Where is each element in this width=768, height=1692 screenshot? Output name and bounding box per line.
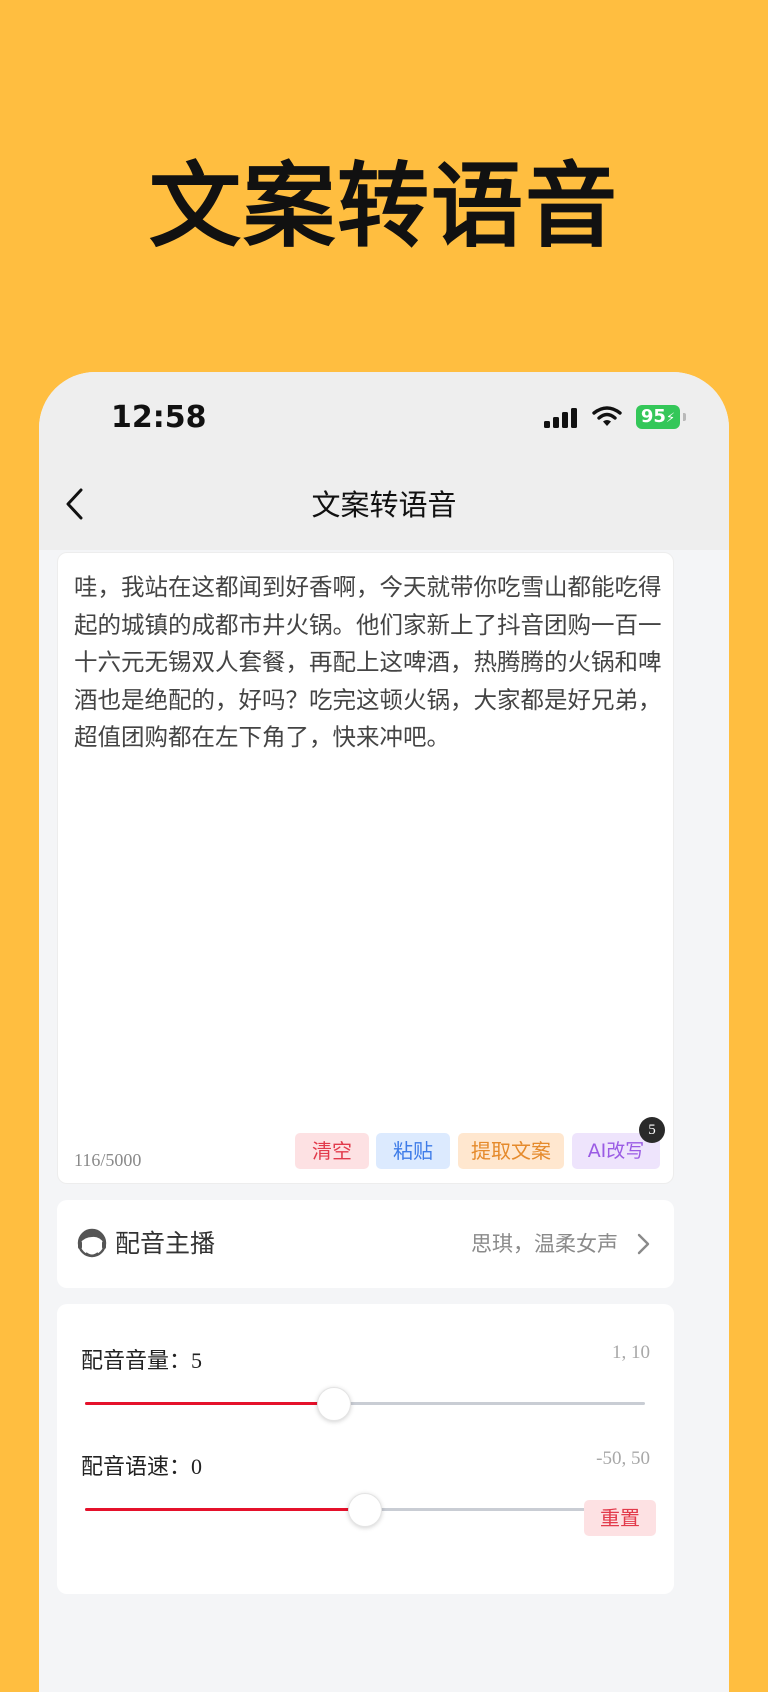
status-bar: 12:58 95⚡ <box>39 372 729 460</box>
speed-value: 0 <box>191 1454 203 1479</box>
status-time: 12:58 <box>111 400 207 435</box>
clear-button[interactable]: 清空 <box>295 1133 369 1169</box>
battery-icon: 95⚡ <box>636 405 680 429</box>
voice-settings-card: 配音音量：5 1, 10 配音语速：0 -50, 50 <box>57 1304 674 1594</box>
script-text[interactable]: 哇，我站在这都闻到好香啊，今天就带你吃雪山都能吃得起的城镇的成都市井火锅。他们家… <box>74 569 664 757</box>
volume-slider[interactable] <box>85 1384 645 1424</box>
wifi-icon <box>592 406 622 426</box>
paste-button[interactable]: 粘贴 <box>376 1133 450 1169</box>
speed-slider-fill <box>85 1508 365 1511</box>
character-count: 116/5000 <box>74 1150 142 1170</box>
speed-label-text: 配音语速： <box>81 1455 192 1480</box>
reset-button[interactable]: 重置 <box>584 1500 656 1536</box>
volume-label-text: 配音音量： <box>81 1349 192 1374</box>
speed-label: 配音语速：0 <box>81 1449 202 1481</box>
script-editor[interactable]: 哇，我站在这都闻到好香啊，今天就带你吃雪山都能吃得起的城镇的成都市井火锅。他们家… <box>57 552 674 1184</box>
voice-anchor-label: 配音主播 <box>115 1229 216 1258</box>
anchor-avatar-icon <box>77 1228 107 1258</box>
navigation-bar: 文案转语音 <box>39 460 729 550</box>
speed-slider-thumb[interactable] <box>348 1493 382 1527</box>
speed-slider[interactable] <box>85 1490 645 1530</box>
battery-cap <box>683 413 686 421</box>
voice-anchor-row[interactable]: 配音主播 思琪，温柔女声 <box>57 1200 674 1288</box>
extract-text-button[interactable]: 提取文案 <box>458 1133 564 1169</box>
volume-value: 5 <box>191 1348 203 1373</box>
charging-bolt-icon: ⚡ <box>665 411 676 426</box>
cellular-signal-icon <box>544 408 577 428</box>
promo-title: 文案转语音 <box>148 153 619 260</box>
page-title: 文案转语音 <box>311 488 457 522</box>
chevron-right-icon <box>637 1233 650 1255</box>
ai-rewrite-count-badge: 5 <box>639 1117 665 1143</box>
battery-level: 95 <box>640 406 666 427</box>
selected-voice: 思琪，温柔女声 <box>471 1232 618 1256</box>
volume-range: 1, 10 <box>612 1342 650 1363</box>
volume-label: 配音音量：5 <box>81 1343 202 1375</box>
volume-slider-fill <box>85 1402 334 1405</box>
speed-range: -50, 50 <box>596 1448 650 1469</box>
back-arrow-icon[interactable] <box>61 484 91 524</box>
volume-slider-thumb[interactable] <box>317 1387 351 1421</box>
phone-screen: 12:58 95⚡ 文案转语音 哇，我站在这都闻到好香啊，今天就带你吃雪山都能吃… <box>39 372 729 1692</box>
